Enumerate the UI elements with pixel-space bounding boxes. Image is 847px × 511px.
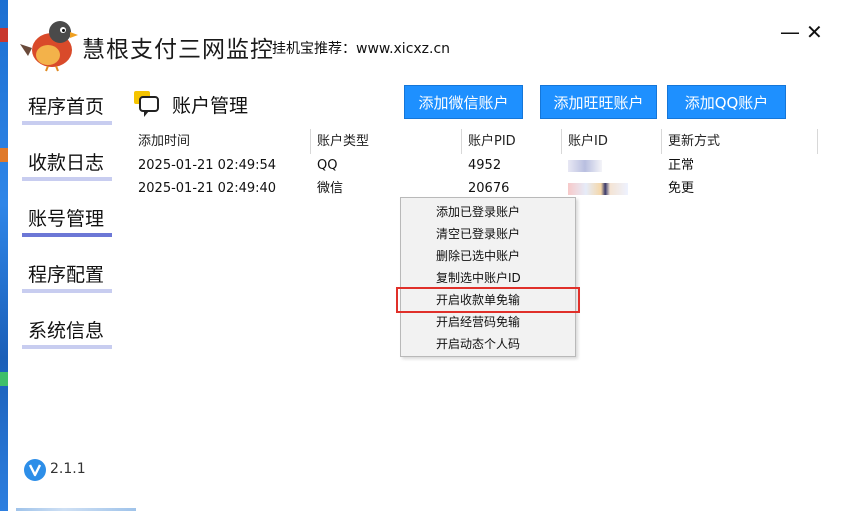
cell-account-id-redacted <box>562 177 662 200</box>
table-header: 添加时间 账户类型 账户PID 账户ID 更新方式 <box>132 129 822 154</box>
sidebar-item-program-config[interactable]: 程序配置 <box>22 254 114 310</box>
column-header-time[interactable]: 添加时间 <box>132 129 311 154</box>
chat-bubble-icon <box>134 91 159 117</box>
sidebar-nav: 程序首页 收款日志 账号管理 程序配置 系统信息 <box>22 86 114 366</box>
sidebar-item-payment-log[interactable]: 收款日志 <box>22 142 114 198</box>
cell-account-id-redacted <box>562 154 662 177</box>
column-header-pid[interactable]: 账户PID <box>462 129 562 154</box>
app-window: 慧根支付三网监控 挂机宝推荐：www.xicxz.cn — ✕ 程序首页 收款日… <box>8 0 847 511</box>
redaction-blur <box>568 182 628 195</box>
menu-item-enable-receipt-free-input[interactable]: 开启收款单免输 <box>396 287 580 313</box>
menu-item-add-logged-in[interactable]: 添加已登录账户 <box>401 201 575 223</box>
add-qq-account-button[interactable]: 添加QQ账户 <box>667 85 786 119</box>
app-subtitle: 挂机宝推荐：www.xicxz.cn <box>272 41 451 57</box>
sidebar-item-home[interactable]: 程序首页 <box>22 86 114 142</box>
minimize-button[interactable]: — <box>780 22 800 42</box>
section-title: 账户管理 <box>172 95 249 117</box>
sidebar-item-label: 程序首页 <box>28 96 105 118</box>
cell-time: 2025-01-21 02:49:54 <box>138 158 277 173</box>
cell-time: 2025-01-21 02:49:40 <box>138 181 277 196</box>
app-title: 慧根支付三网监控 <box>82 37 274 63</box>
menu-item-clear-logged-in[interactable]: 清空已登录账户 <box>401 223 575 245</box>
bird-logo-icon <box>20 21 78 72</box>
cell-update: 正常 <box>668 158 695 173</box>
cell-type: QQ <box>317 158 338 173</box>
sidebar-item-label: 账号管理 <box>28 208 105 230</box>
column-header-update[interactable]: 更新方式 <box>662 129 818 154</box>
version-label: 2.1.1 <box>50 461 86 477</box>
desktop-fragment <box>0 148 8 162</box>
sidebar-item-label: 程序配置 <box>28 264 105 286</box>
cell-update: 免更 <box>668 181 695 196</box>
sidebar-item-system-info[interactable]: 系统信息 <box>22 310 114 366</box>
sidebar-item-account-management[interactable]: 账号管理 <box>22 198 114 254</box>
v-badge-icon <box>24 459 46 481</box>
desktop-edge <box>0 0 8 511</box>
account-table: 添加时间 账户类型 账户PID 账户ID 更新方式 2025-01-21 02:… <box>132 129 822 200</box>
menu-item-enable-dynamic-personal-code[interactable]: 开启动态个人码 <box>401 333 575 355</box>
table-row[interactable]: 2025-01-21 02:49:54 QQ 4952 正常 <box>132 154 822 177</box>
menu-item-delete-selected[interactable]: 删除已选中账户 <box>401 245 575 267</box>
column-header-id[interactable]: 账户ID <box>562 129 662 154</box>
sidebar-item-label: 系统信息 <box>28 320 105 342</box>
desktop-fragment <box>0 28 8 42</box>
menu-item-copy-selected-id[interactable]: 复制选中账户ID <box>401 267 575 289</box>
cell-pid: 4952 <box>468 158 502 173</box>
add-wangwang-account-button[interactable]: 添加旺旺账户 <box>540 85 657 119</box>
redaction-blur <box>568 159 602 172</box>
column-header-type[interactable]: 账户类型 <box>311 129 462 154</box>
context-menu: 添加已登录账户 清空已登录账户 删除已选中账户 复制选中账户ID 开启收款单免输… <box>396 197 580 357</box>
menu-item-enable-business-code-free-input[interactable]: 开启经营码免输 <box>401 311 575 333</box>
close-button[interactable]: ✕ <box>806 22 823 42</box>
add-wechat-account-button[interactable]: 添加微信账户 <box>404 85 523 119</box>
partial-taskbar-fragment <box>16 503 136 511</box>
desktop-fragment <box>0 372 8 386</box>
sidebar-item-label: 收款日志 <box>28 152 105 174</box>
